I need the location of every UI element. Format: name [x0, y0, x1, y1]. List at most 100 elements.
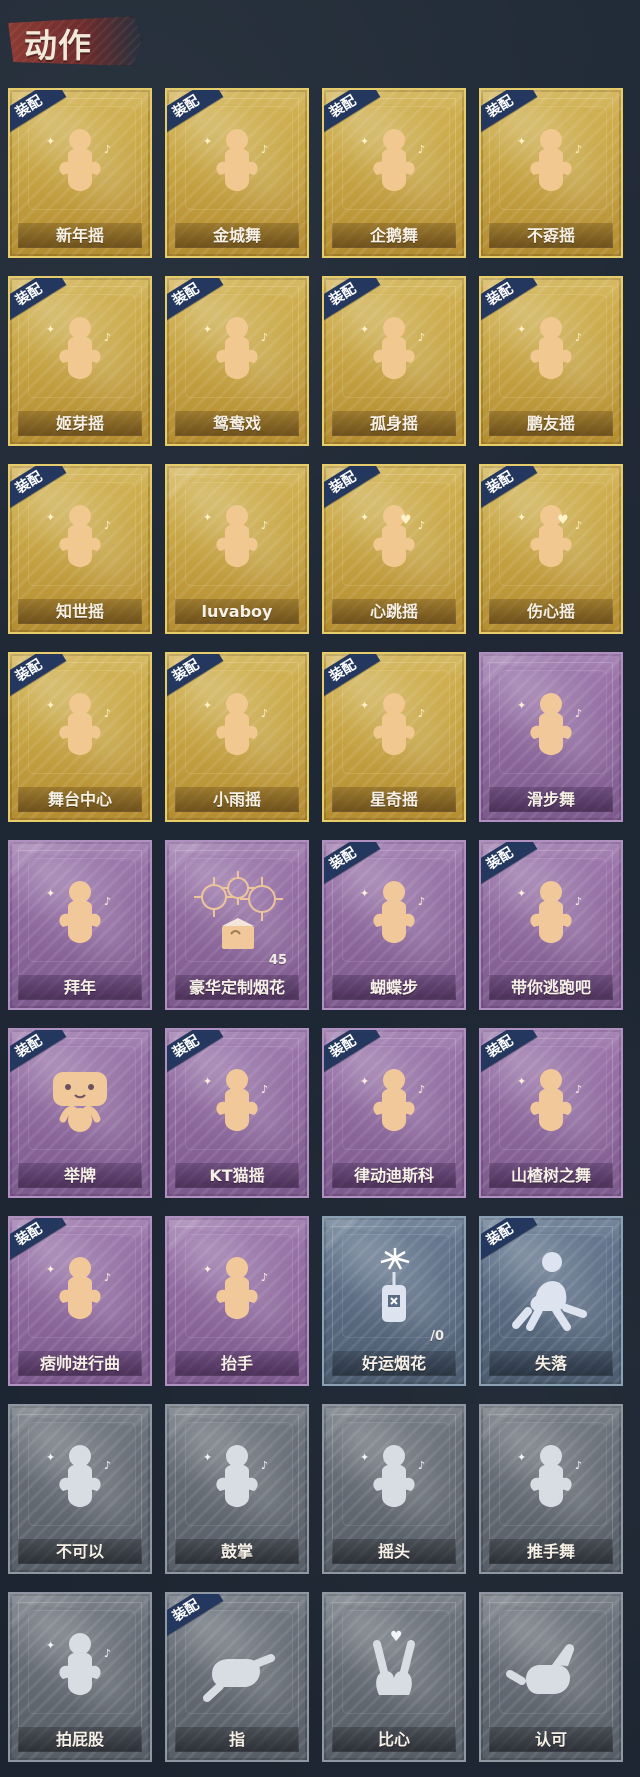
card-label: 举牌 [18, 1163, 142, 1188]
action-card[interactable]: 装配 ✦ ♪ 鹏友摇 [479, 276, 623, 446]
svg-text:✦: ✦ [46, 511, 55, 524]
svg-text:♪: ♪ [261, 143, 268, 156]
pose-shake-head-icon: ✦ ♪ [339, 1428, 449, 1538]
pose-pat-butt-icon: ✦ ♪ [25, 1616, 135, 1726]
svg-text:✦: ✦ [360, 323, 369, 336]
pose-stage-center-icon-svg: ✦ ♪ [46, 693, 111, 755]
pose-jiya-shake-icon-svg: ✦ ♪ [46, 317, 111, 379]
pose-raise-hand-icon-svg: ✦ ♪ [203, 1257, 268, 1319]
pose-alone-shake-icon: ✦ ♪ [339, 300, 449, 410]
pose-hawthorn-dance-icon: ✦ ♪ [496, 1052, 606, 1162]
svg-text:✦: ✦ [517, 887, 526, 900]
action-card[interactable]: 装配 ✦ ♪ 山楂树之舞 [479, 1028, 623, 1198]
pose-kt-cat-shake-icon: ✦ ♪ [182, 1052, 292, 1162]
svg-text:✦: ✦ [46, 1639, 55, 1652]
pose-light-rain-shake-icon-svg: ✦ ♪ [203, 693, 268, 755]
svg-text:♪: ♪ [575, 519, 582, 532]
svg-text:✦: ✦ [517, 699, 526, 712]
card-label: 姬芽摇 [18, 411, 142, 436]
action-card[interactable]: 装配 ✦ ♪ 不孬摇 [479, 88, 623, 258]
svg-text:♪: ♪ [575, 331, 582, 344]
action-card[interactable]: 装配 ✦ ♪ ♥ 心跳摇 [322, 464, 466, 634]
action-card[interactable]: 装配 ✦ ♪ 知世摇 [8, 464, 152, 634]
pose-push-hands-dance-icon: ✦ ♪ [496, 1428, 606, 1538]
action-card[interactable]: /0 好运烟花 [322, 1216, 466, 1386]
pose-jiya-shake-icon: ✦ ♪ [25, 300, 135, 410]
action-card[interactable]: 装配 ✦ ♪ ♥ 伤心摇 [479, 464, 623, 634]
action-card[interactable]: 装配 失落 [479, 1216, 623, 1386]
svg-text:✦: ✦ [46, 1263, 55, 1276]
action-card[interactable]: ✦ ♪ 滑步舞 [479, 652, 623, 822]
svg-text:♪: ♪ [104, 707, 111, 720]
action-card[interactable]: 装配 ✦ ♪ 蝴蝶步 [322, 840, 466, 1010]
svg-text:♪: ♪ [575, 1459, 582, 1472]
pose-point-icon [182, 1616, 292, 1726]
svg-text:♪: ♪ [104, 143, 111, 156]
action-card[interactable]: ✦ ♪ 鼓掌 [165, 1404, 309, 1574]
card-label: 认可 [489, 1727, 613, 1752]
pose-heartbeat-shake-icon-svg: ✦ ♪ ♥ [360, 505, 425, 567]
card-label: luvaboy [175, 599, 299, 624]
action-card[interactable]: 装配 ✦ ♪ 舞台中心 [8, 652, 152, 822]
point-svg [203, 1654, 275, 1702]
action-card[interactable]: 认可 [479, 1592, 623, 1762]
pose-zhishi-shake-icon: ✦ ♪ [25, 488, 135, 598]
action-card[interactable]: ✦ ♪ 拍屁股 [8, 1592, 152, 1762]
pose-raise-hand-icon: ✦ ♪ [182, 1240, 292, 1350]
action-card[interactable]: 装配 ✦ ♪ 小雨摇 [165, 652, 309, 822]
action-card[interactable]: ✦ ♪ 抬手 [165, 1216, 309, 1386]
action-card[interactable]: 45 豪华定制烟花 [165, 840, 309, 1010]
action-card[interactable]: 装配 ✦ ♪ 姬芽摇 [8, 276, 152, 446]
card-label: 鼓掌 [175, 1539, 299, 1564]
svg-text:♪: ♪ [418, 707, 425, 720]
action-card[interactable]: ♥ 比心 [322, 1592, 466, 1762]
card-label: 孤身摇 [332, 411, 456, 436]
pose-heart-hands-icon: ♥ [339, 1616, 449, 1726]
action-card[interactable]: 装配 ✦ ♪ 企鹅舞 [322, 88, 466, 258]
action-card[interactable]: 装配 ✦ ♪ 星奇摇 [322, 652, 466, 822]
svg-text:♪: ♪ [575, 707, 582, 720]
action-card[interactable]: 装配 ✦ ♪ 带你逃跑吧 [479, 840, 623, 1010]
action-card[interactable]: 装配 ✦ ♪ 金城舞 [165, 88, 309, 258]
svg-text:✦: ✦ [46, 1451, 55, 1464]
action-card[interactable]: 装配 指 [165, 1592, 309, 1762]
svg-text:♪: ♪ [104, 895, 111, 908]
card-label: 伤心摇 [489, 599, 613, 624]
action-card[interactable]: 装配 ✦ ♪ 孤身摇 [322, 276, 466, 446]
card-label: 指 [175, 1727, 299, 1752]
action-card[interactable]: ✦ ♪ luvaboy [165, 464, 309, 634]
svg-text:♪: ♪ [575, 1083, 582, 1096]
svg-text:✦: ✦ [203, 323, 212, 336]
pose-bunao-shake-icon: ✦ ♪ [496, 112, 606, 222]
svg-text:♪: ♪ [261, 707, 268, 720]
action-card[interactable]: 装配 ✦ ♪ 痞帅进行曲 [8, 1216, 152, 1386]
action-card[interactable]: ✦ ♪ 摇头 [322, 1404, 466, 1574]
action-card[interactable]: 装配 ✦ ♪ 新年摇 [8, 88, 152, 258]
svg-text:♪: ♪ [261, 331, 268, 344]
action-card[interactable]: ✦ ♪ 推手舞 [479, 1404, 623, 1574]
action-card[interactable]: ✦ ♪ 不可以 [8, 1404, 152, 1574]
pose-penguin-dance-icon-svg: ✦ ♪ [360, 129, 425, 191]
svg-text:✦: ✦ [46, 135, 55, 148]
svg-text:♪: ♪ [418, 331, 425, 344]
card-label: 抬手 [175, 1351, 299, 1376]
svg-text:♪: ♪ [575, 143, 582, 156]
action-card[interactable]: 装配 ✦ ♪ 鸳鸯戏 [165, 276, 309, 446]
action-card[interactable]: 装配 举牌 [8, 1028, 152, 1198]
svg-text:✦: ✦ [360, 511, 369, 524]
pose-cool-march-icon: ✦ ♪ [25, 1240, 135, 1350]
pose-approve-icon [496, 1616, 606, 1726]
svg-text:♪: ♪ [575, 895, 582, 908]
svg-text:✦: ✦ [46, 699, 55, 712]
pose-jincheng-dance-icon: ✦ ♪ [182, 112, 292, 222]
action-card[interactable]: 装配 ✦ ♪ KT猫摇 [165, 1028, 309, 1198]
pose-new-year-icon: ✦ ♪ [25, 112, 135, 222]
action-card[interactable]: ✦ ♪ 拜年 [8, 840, 152, 1010]
card-label: 鹏友摇 [489, 411, 613, 436]
pose-pat-butt-icon-svg: ✦ ♪ [46, 1633, 111, 1695]
action-card[interactable]: 装配 ✦ ♪ 律动迪斯科 [322, 1028, 466, 1198]
svg-text:✦: ✦ [46, 887, 55, 900]
svg-text:♥: ♥ [390, 1629, 403, 1645]
pose-zhishi-shake-icon-svg: ✦ ♪ [46, 505, 111, 567]
svg-text:✦: ✦ [203, 699, 212, 712]
